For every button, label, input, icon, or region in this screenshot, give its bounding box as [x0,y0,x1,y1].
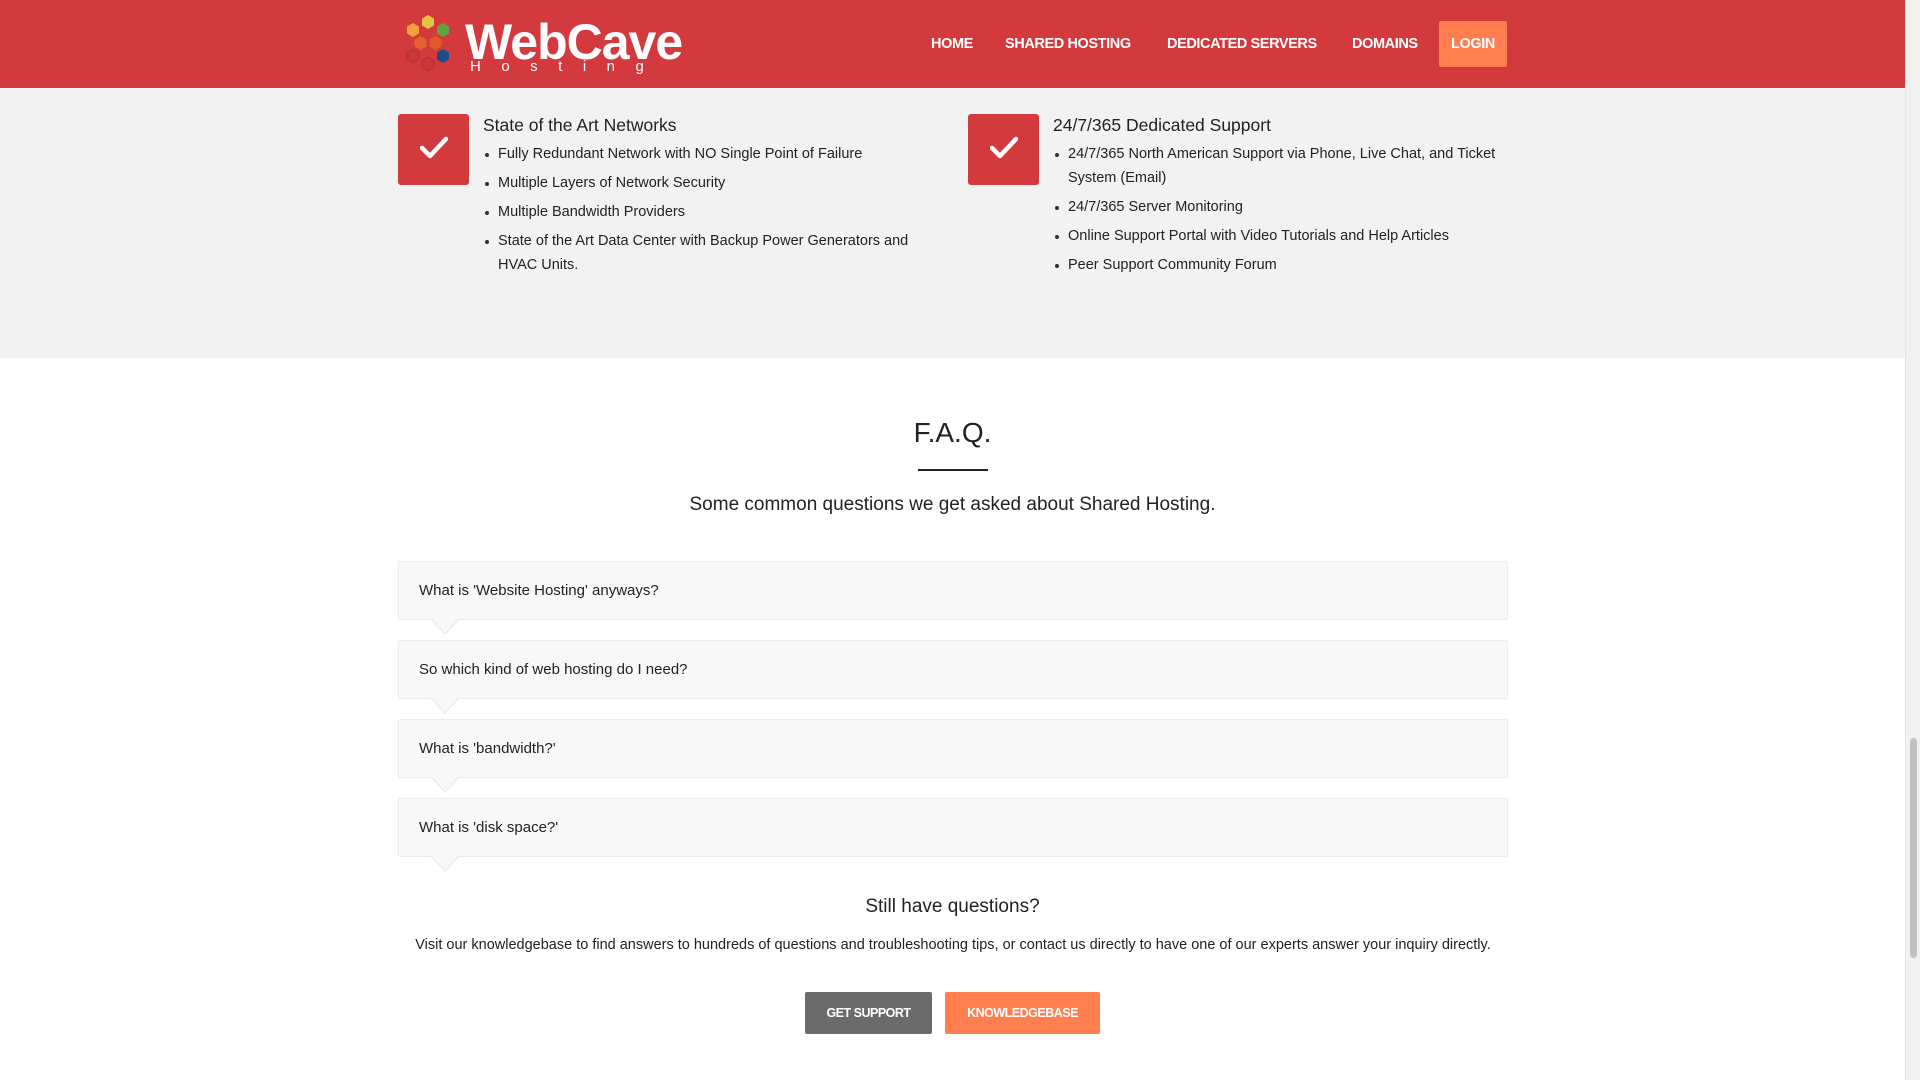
checkmark-icon [968,114,1039,185]
get-support-button[interactable]: GET SUPPORT [805,992,932,1034]
list-item: Fully Redundant Network with NO Single P… [485,142,938,166]
faq-heading: F.A.Q. [913,417,992,448]
logo[interactable]: WebCave Hosting [398,12,683,76]
list-item: State of the Art Data Center with Backup… [485,229,938,277]
feature-title: State of the Art Networks [483,115,677,135]
faq-pointer-fill [432,698,458,712]
nav-shared-hosting[interactable]: SHARED HOSTING [1005,21,1131,67]
features-section: State of the Art Networks Fully Redundan… [0,88,1905,358]
faq-question[interactable]: What is 'disk space?' [398,798,1508,872]
hexagon-logo-icon [406,15,449,72]
still-questions-heading: Still have questions? [865,896,1040,917]
nav-home[interactable]: HOME [931,21,973,67]
faq-question[interactable]: What is 'bandwidth?' [398,719,1508,793]
knowledgebase-button[interactable]: KNOWLEDGEBASE [945,992,1100,1034]
faq-pointer-fill [432,619,458,633]
page: WebCave Hosting HOME SHARED HOSTING DEDI… [0,0,1905,1080]
list-item: Multiple Layers of Network Security [485,171,938,195]
still-questions-text: Visit our knowledgebase to find answers … [415,937,1491,953]
nav-domains[interactable]: DOMAINS [1352,21,1418,67]
feature-title: 24/7/365 Dedicated Support [1053,115,1271,135]
faq-subtitle: Some common questions we get asked about… [689,494,1216,515]
login-button[interactable]: LOGIN [1439,21,1507,67]
list-item: 24/7/365 North American Support via Phon… [1055,142,1508,190]
site-header: WebCave Hosting HOME SHARED HOSTING DEDI… [0,0,1905,88]
faq-question-text: What is 'bandwidth?' [419,740,556,757]
logo-tagline: Hosting [470,58,665,75]
heading-divider [918,469,988,471]
faq-question-text: What is 'Website Hosting' anyways? [419,582,659,599]
checkmark-icon [398,114,469,185]
list-item: Online Support Portal with Video Tutoria… [1055,224,1508,248]
faq-question[interactable]: So which kind of web hosting do I need? [398,640,1508,714]
vertical-scrollbar[interactable] [1905,0,1920,1080]
scrollbar-thumb[interactable] [1910,738,1917,958]
faq-question[interactable]: What is 'Website Hosting' anyways? [398,561,1508,635]
feature-list: 24/7/365 North American Support via Phon… [1055,142,1508,282]
faq-pointer-fill [432,856,458,870]
faq-question-text: So which kind of web hosting do I need? [419,661,688,678]
faq-pointer-fill [432,777,458,791]
list-item: Multiple Bandwidth Providers [485,200,938,224]
nav-dedicated-servers[interactable]: DEDICATED SERVERS [1167,21,1317,67]
faq-question-text: What is 'disk space?' [419,819,559,836]
feature-list: Fully Redundant Network with NO Single P… [485,142,938,282]
list-item: Peer Support Community Forum [1055,253,1508,277]
list-item: 24/7/365 Server Monitoring [1055,195,1508,219]
